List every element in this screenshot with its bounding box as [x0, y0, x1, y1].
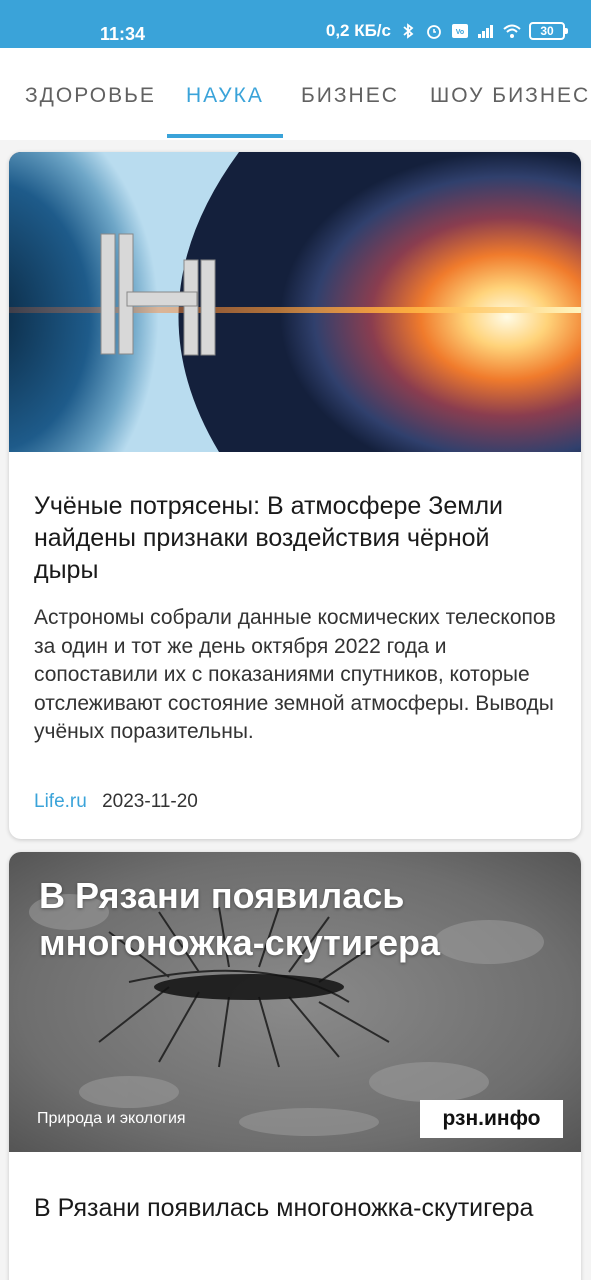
status-bar: 11:34 0,2 КБ/с Vo 30: [0, 0, 591, 48]
category-tabs: ЗДОРОВЬЕ НАУКА БИЗНЕС ШОУ БИЗНЕС: [0, 48, 591, 140]
network-speed: 0,2 КБ/с: [325, 21, 391, 40]
tab-science[interactable]: НАУКА: [186, 84, 264, 108]
status-time: 11:34: [100, 24, 146, 44]
battery-icon: 30: [529, 22, 568, 40]
article-source[interactable]: Life.ru: [34, 791, 87, 812]
status-icons: 0,2 КБ/с Vo 30: [325, 21, 568, 41]
svg-text:Vo: Vo: [456, 29, 464, 36]
article-title: Учёные потрясены: В атмосфере Земли найд…: [34, 492, 503, 584]
image-overlay-title: В Рязани появилась многоножка-скутигера: [39, 875, 440, 963]
tab-show-business[interactable]: ШОУ БИЗНЕС: [430, 84, 590, 108]
tab-health[interactable]: ЗДОРОВЬЕ: [25, 84, 156, 108]
image-overlay-logo: рзн.инфо: [420, 1100, 563, 1138]
tab-indicator: [167, 134, 283, 138]
tab-business[interactable]: БИЗНЕС: [301, 84, 399, 108]
article-description: Астрономы собрали данные космических тел…: [34, 606, 556, 744]
article-card[interactable]: Учёные потрясены: В атмосфере Земли найд…: [9, 152, 581, 839]
image-overlay-category: Природа и экология: [37, 1110, 186, 1127]
article-date: 2023-11-20: [102, 791, 198, 812]
wifi-icon: [503, 24, 521, 38]
volte-icon: Vo: [452, 24, 468, 38]
alarm-icon: [427, 25, 441, 39]
signal-icon: [478, 25, 493, 38]
article-image: [9, 152, 581, 452]
article-card[interactable]: В Рязани появилась многоножка-скутигера …: [9, 852, 581, 1280]
bluetooth-icon: [403, 23, 414, 39]
article-meta: Life.ru 2023-11-20: [34, 791, 198, 813]
article-title: В Рязани появилась многоножка-скутигера: [34, 1194, 534, 1222]
